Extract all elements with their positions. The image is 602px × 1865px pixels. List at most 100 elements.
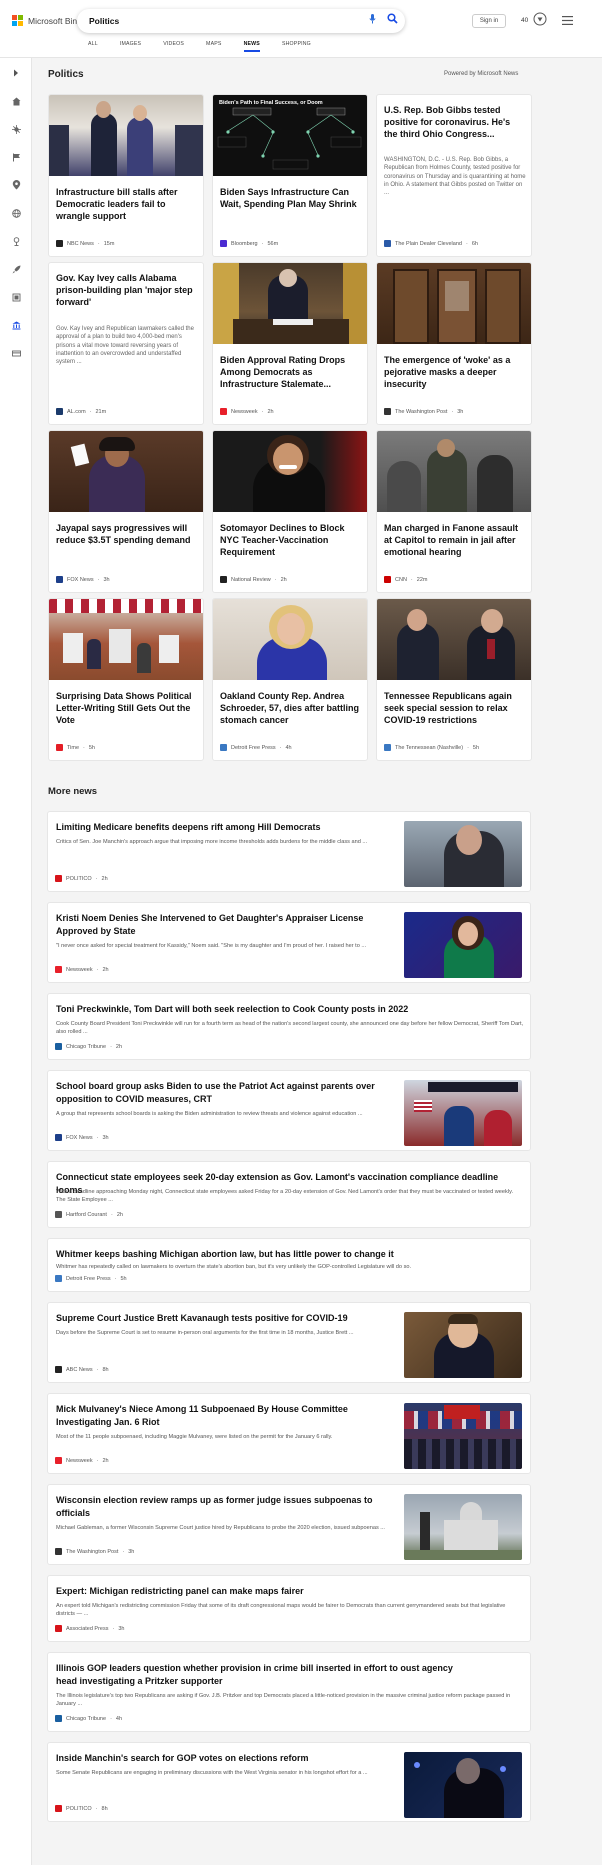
section-title: Politics [48,69,84,80]
microphone-icon[interactable] [369,14,376,24]
rail-money[interactable] [8,345,24,361]
more-news-item[interactable]: Illinois GOP leaders question whether pr… [47,1652,531,1732]
tab-shopping[interactable]: SHOPPING [282,41,311,47]
item-title[interactable]: Illinois GOP leaders question whether pr… [56,1662,476,1687]
rail-entertainment[interactable] [8,289,24,305]
rail-technology[interactable] [8,261,24,277]
rail-local[interactable] [8,177,24,193]
home-icon [12,97,20,105]
source-logo-icon [220,408,227,415]
card-title[interactable]: The emergence of 'woke' as a pejorative … [384,354,526,390]
card-title[interactable]: Infrastructure bill stalls after Democra… [56,186,198,222]
item-snippet: The Illinois legislature's top two Repub… [56,1693,511,1708]
more-news-item[interactable]: Mick Mulvaney's Niece Among 11 Subpoenae… [47,1393,531,1474]
search-input[interactable] [89,13,309,29]
item-snippet: Days before the Supreme Court is set to … [56,1330,354,1336]
timestamp: 8h [101,1805,108,1812]
timestamp: 3h [103,576,110,583]
money-icon [11,350,21,356]
more-news-item[interactable]: Inside Manchin's search for GOP votes on… [47,1742,531,1822]
news-card[interactable]: Tennessee Republicans again seek special… [376,598,532,761]
rail-politics[interactable] [8,233,24,249]
item-title[interactable]: Toni Preckwinkle, Tom Dart will both see… [56,1003,516,1016]
item-image [404,1494,522,1560]
more-news-item[interactable]: Expert: Michigan redistricting panel can… [47,1575,531,1642]
article-image [213,599,367,680]
rewards-count[interactable]: 40 [521,17,528,24]
rail-us[interactable] [8,149,24,165]
bing-logo[interactable]: Microsoft Bing [12,15,82,26]
news-card[interactable]: Jayapal says progressives will reduce $3… [48,430,204,593]
item-title[interactable]: School board group asks Biden to use the… [56,1080,386,1105]
hamburger-menu-icon[interactable] [562,16,573,25]
powered-by-label: Powered by Microsoft News [444,71,519,77]
more-news-item[interactable]: Supreme Court Justice Brett Kavanaugh te… [47,1302,531,1383]
tab-images[interactable]: IMAGES [120,41,141,47]
news-card[interactable]: Man charged in Fanone assault at Capitol… [376,430,532,593]
news-card[interactable]: The emergence of 'woke' as a pejorative … [376,262,532,425]
tab-videos[interactable]: VIDEOS [163,41,184,47]
source-name: ABC News [66,1366,93,1373]
timestamp: 2h [267,408,274,415]
item-title[interactable]: Inside Manchin's search for GOP votes on… [56,1752,406,1765]
card-title[interactable]: Oakland County Rep. Andrea Schroeder, 57… [220,690,362,726]
source-logo-icon [55,1457,62,1464]
source-name: FOX News [67,576,94,583]
more-news-item[interactable]: Kristi Noem Denies She Intervened to Get… [47,902,531,983]
separator-dot: · [96,1457,99,1464]
rail-home[interactable] [8,93,24,109]
source-name: Bloomberg [231,240,258,247]
more-news-item[interactable]: Toni Preckwinkle, Tom Dart will both see… [47,993,531,1060]
card-title[interactable]: Sotomayor Declines to Block NYC Teacher-… [220,522,362,558]
rail-world[interactable] [8,205,24,221]
card-title[interactable]: Biden Says Infrastructure Can Wait, Spen… [220,186,362,210]
more-news-item[interactable]: Whitmer keeps bashing Michigan abortion … [47,1238,531,1292]
news-card[interactable]: Biden Approval Rating Drops Among Democr… [212,262,368,425]
card-title[interactable]: U.S. Rep. Bob Gibbs tested positive for … [384,104,526,140]
rail-coronavirus[interactable] [8,121,24,137]
item-title[interactable]: Whitmer keeps bashing Michigan abortion … [56,1248,524,1261]
separator-dot: · [97,576,100,583]
card-title[interactable]: Jayapal says progressives will reduce $3… [56,522,198,546]
tab-news[interactable]: NEWS [243,41,261,52]
more-news-item[interactable]: School board group asks Biden to use the… [47,1070,531,1151]
item-image [404,1752,522,1818]
rail-business[interactable] [8,317,24,333]
news-card[interactable]: Oakland County Rep. Andrea Schroeder, 57… [212,598,368,761]
item-title[interactable]: Wisconsin election review ramps up as fo… [56,1494,386,1519]
item-title[interactable]: Limiting Medicare benefits deepens rift … [56,821,406,834]
news-card[interactable]: Infrastructure bill stalls after Democra… [48,94,204,257]
news-card[interactable]: U.S. Rep. Bob Gibbs tested positive for … [376,94,532,257]
search-box[interactable] [77,9,405,33]
news-card[interactable]: Surprising Data Shows Political Letter-W… [48,598,204,761]
source-logo-icon [55,1043,62,1050]
news-card[interactable]: Gov. Kay Ivey calls Alabama prison-build… [48,262,204,425]
more-news-item[interactable]: Connecticut state employees seek 20-day … [47,1161,531,1228]
item-title[interactable]: Expert: Michigan redistricting panel can… [56,1585,524,1598]
rewards-icon[interactable] [533,12,547,26]
card-title[interactable]: Man charged in Fanone assault at Capitol… [384,522,526,558]
item-title[interactable]: Supreme Court Justice Brett Kavanaugh te… [56,1312,406,1325]
expand-rail-button[interactable] [8,65,24,81]
svg-text:Biden's Path to Final Success,: Biden's Path to Final Success, or Doom [219,100,323,106]
news-card[interactable]: Sotomayor Declines to Block NYC Teacher-… [212,430,368,593]
card-title[interactable]: Tennessee Republicans again seek special… [384,690,526,726]
source-name: Newsweek [231,408,258,415]
item-title[interactable]: Kristi Noem Denies She Intervened to Get… [56,912,386,937]
separator-dot: · [467,744,469,751]
more-news-item[interactable]: Wisconsin election review ramps up as fo… [47,1484,531,1565]
news-card[interactable]: Biden's Path to Final Success, or Doom B… [212,94,368,257]
chevron-right-icon [14,69,18,77]
card-title[interactable]: Surprising Data Shows Political Letter-W… [56,690,198,726]
search-icon[interactable] [387,13,398,24]
separator-dot: · [89,408,92,415]
sign-in-button[interactable]: Sign in [472,14,506,28]
timestamp: 2h [101,875,108,882]
more-news-item[interactable]: Limiting Medicare benefits deepens rift … [47,811,531,892]
card-title[interactable]: Biden Approval Rating Drops Among Democr… [220,354,362,390]
card-title[interactable]: Gov. Kay Ivey calls Alabama prison-build… [56,272,198,308]
tab-maps[interactable]: MAPS [206,41,222,47]
bank-icon [12,321,20,329]
item-title[interactable]: Mick Mulvaney's Niece Among 11 Subpoenae… [56,1403,386,1428]
tab-all[interactable]: ALL [88,41,98,47]
